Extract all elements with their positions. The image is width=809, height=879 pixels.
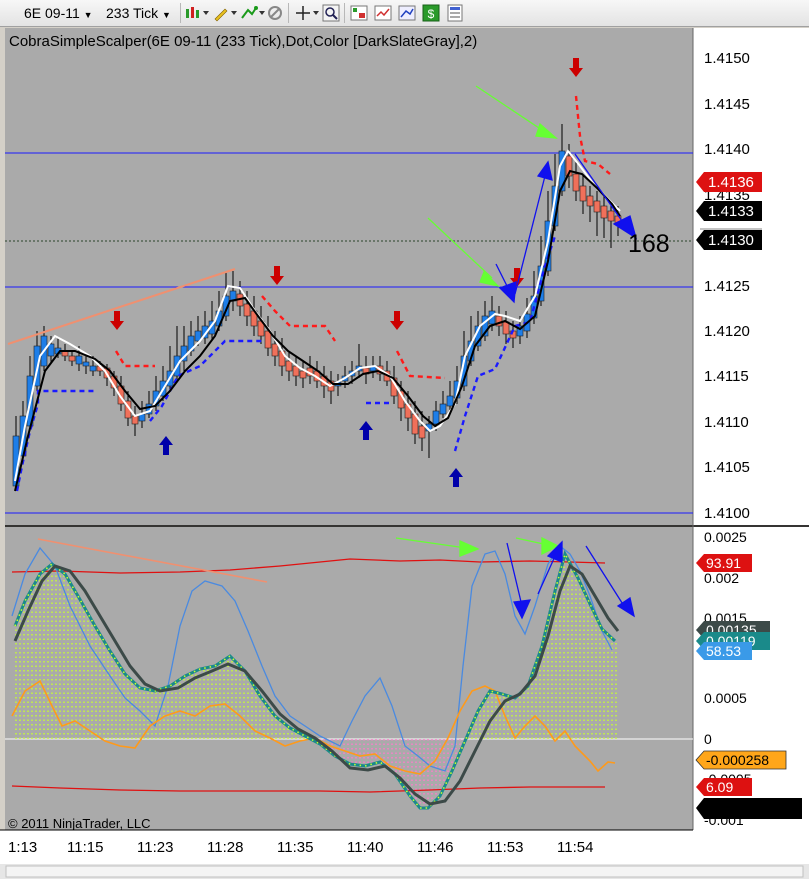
price-panel <box>5 28 693 525</box>
up-candle <box>432 410 440 425</box>
osc-tag-black <box>696 798 802 819</box>
down-candle <box>271 343 279 357</box>
osc-tag-text: 6.09 <box>706 779 733 795</box>
down-candle <box>418 425 426 439</box>
price-tag-text: 1.4136 <box>708 174 754 191</box>
time-axis-label: 11:53 <box>487 839 523 856</box>
down-candle <box>607 210 615 222</box>
chevron-down-icon: ▼ <box>83 10 93 20</box>
osc-tag-text: -0.000258 <box>706 752 769 768</box>
down-candle <box>243 303 251 317</box>
copyright-label: © 2011 NinjaTrader, LLC <box>8 816 151 831</box>
price-tag-ask: 1.4130 <box>696 228 762 250</box>
price-axis-label: 1.4145 <box>704 96 750 113</box>
chart-properties-icon[interactable] <box>398 4 416 22</box>
down-candle <box>131 415 139 425</box>
data-box-icon[interactable] <box>350 4 368 22</box>
price-axis-label: 1.4100 <box>704 505 750 522</box>
down-candle <box>600 205 608 219</box>
indicator-label: CobraSimpleScalper(6E 09-11 (233 Tick),D… <box>9 33 477 50</box>
dollar-icon[interactable]: $ <box>422 4 440 22</box>
instrument-label: 6E 09-11 <box>24 5 80 21</box>
up-candle <box>89 365 97 372</box>
zoom-icon[interactable] <box>322 4 340 22</box>
osc-tag-upper: 93.91 <box>696 554 752 572</box>
instrument-selector[interactable]: 6E 09-11 ▼ <box>24 4 93 22</box>
osc-axis-label: 0.002 <box>704 570 739 586</box>
price-tag-bid: 1.4133 <box>696 201 762 221</box>
svg-text:$: $ <box>428 7 435 21</box>
osc-axis-label: 0.0005 <box>704 690 747 706</box>
time-axis-label: 11:23 <box>137 839 173 856</box>
toolbar-divider <box>180 3 181 23</box>
down-candle <box>68 355 76 362</box>
osc-tag-lower: 6.09 <box>696 778 752 796</box>
time-axis-label: 1:13 <box>8 839 37 856</box>
time-axis-label: 11:15 <box>67 839 103 856</box>
time-axis-label: 11:35 <box>277 839 313 856</box>
chart-trader-icon[interactable] <box>374 4 392 22</box>
toolbar-divider <box>344 3 345 23</box>
scrollbar-thumb[interactable] <box>5 865 804 878</box>
price-axis-label: 1.4150 <box>704 50 750 67</box>
up-candle <box>82 361 90 367</box>
toolbar-divider <box>288 3 289 23</box>
up-candle <box>446 395 454 407</box>
down-candle <box>299 370 307 379</box>
crosshair-icon[interactable] <box>294 4 320 22</box>
chevron-down-icon: ▼ <box>162 10 171 20</box>
down-candle <box>502 321 510 335</box>
osc-tag-blue: 58.53 <box>696 642 752 660</box>
price-tag-text: 1.4130 <box>708 232 754 249</box>
osc-axis-label: 0 <box>704 731 712 747</box>
osc-tag-text: 58.53 <box>706 643 741 659</box>
price-axis-label: 1.4115 <box>704 368 749 385</box>
osc-tag-text: 93.91 <box>706 555 741 571</box>
price-axis-label: 1.4110 <box>704 414 749 431</box>
price-axis-label: 1.4105 <box>704 459 750 476</box>
chart-toolbar: 6E 09-11 ▼ 233 Tick ▼ $ <box>0 0 809 27</box>
price-tag-text: 1.4133 <box>708 203 754 220</box>
osc-axis-label: 0.0025 <box>704 529 747 545</box>
interval-label: 233 Tick <box>106 5 159 21</box>
drawing-tool-icon[interactable] <box>212 4 238 22</box>
down-candle <box>285 360 293 372</box>
display-settings-icon[interactable] <box>446 4 464 22</box>
price-axis-label: 1.4125 <box>704 278 750 295</box>
price-axis-label: 1.4120 <box>704 323 750 340</box>
strategy-icon[interactable] <box>266 4 284 22</box>
interval-selector[interactable]: 233 Tick ▼ <box>106 4 171 22</box>
chart-area[interactable]: CobraSimpleScalper(6E 09-11 (233 Tick),D… <box>0 26 809 879</box>
indicator-icon[interactable] <box>240 4 266 22</box>
up-candle <box>75 355 83 365</box>
bar-type-icon[interactable] <box>184 4 210 22</box>
time-axis-label: 11:46 <box>417 839 453 856</box>
down-candle <box>593 200 601 213</box>
time-axis-label: 11:28 <box>207 839 243 856</box>
time-axis-label: 11:40 <box>347 839 383 856</box>
down-candle <box>579 185 587 202</box>
tick-counter: 168 <box>628 230 670 258</box>
time-axis-labels: 1:13 11:15 11:23 11:28 11:35 11:40 11:46… <box>8 839 593 856</box>
price-axis-label: 1.4140 <box>704 141 750 158</box>
up-candle <box>439 403 447 415</box>
osc-tag-orange: -0.000258 <box>695 750 787 770</box>
down-candle <box>572 173 580 192</box>
down-candle <box>586 195 594 207</box>
price-tag-last: 1.4136 <box>696 172 762 192</box>
time-axis-label: 11:54 <box>557 839 593 856</box>
